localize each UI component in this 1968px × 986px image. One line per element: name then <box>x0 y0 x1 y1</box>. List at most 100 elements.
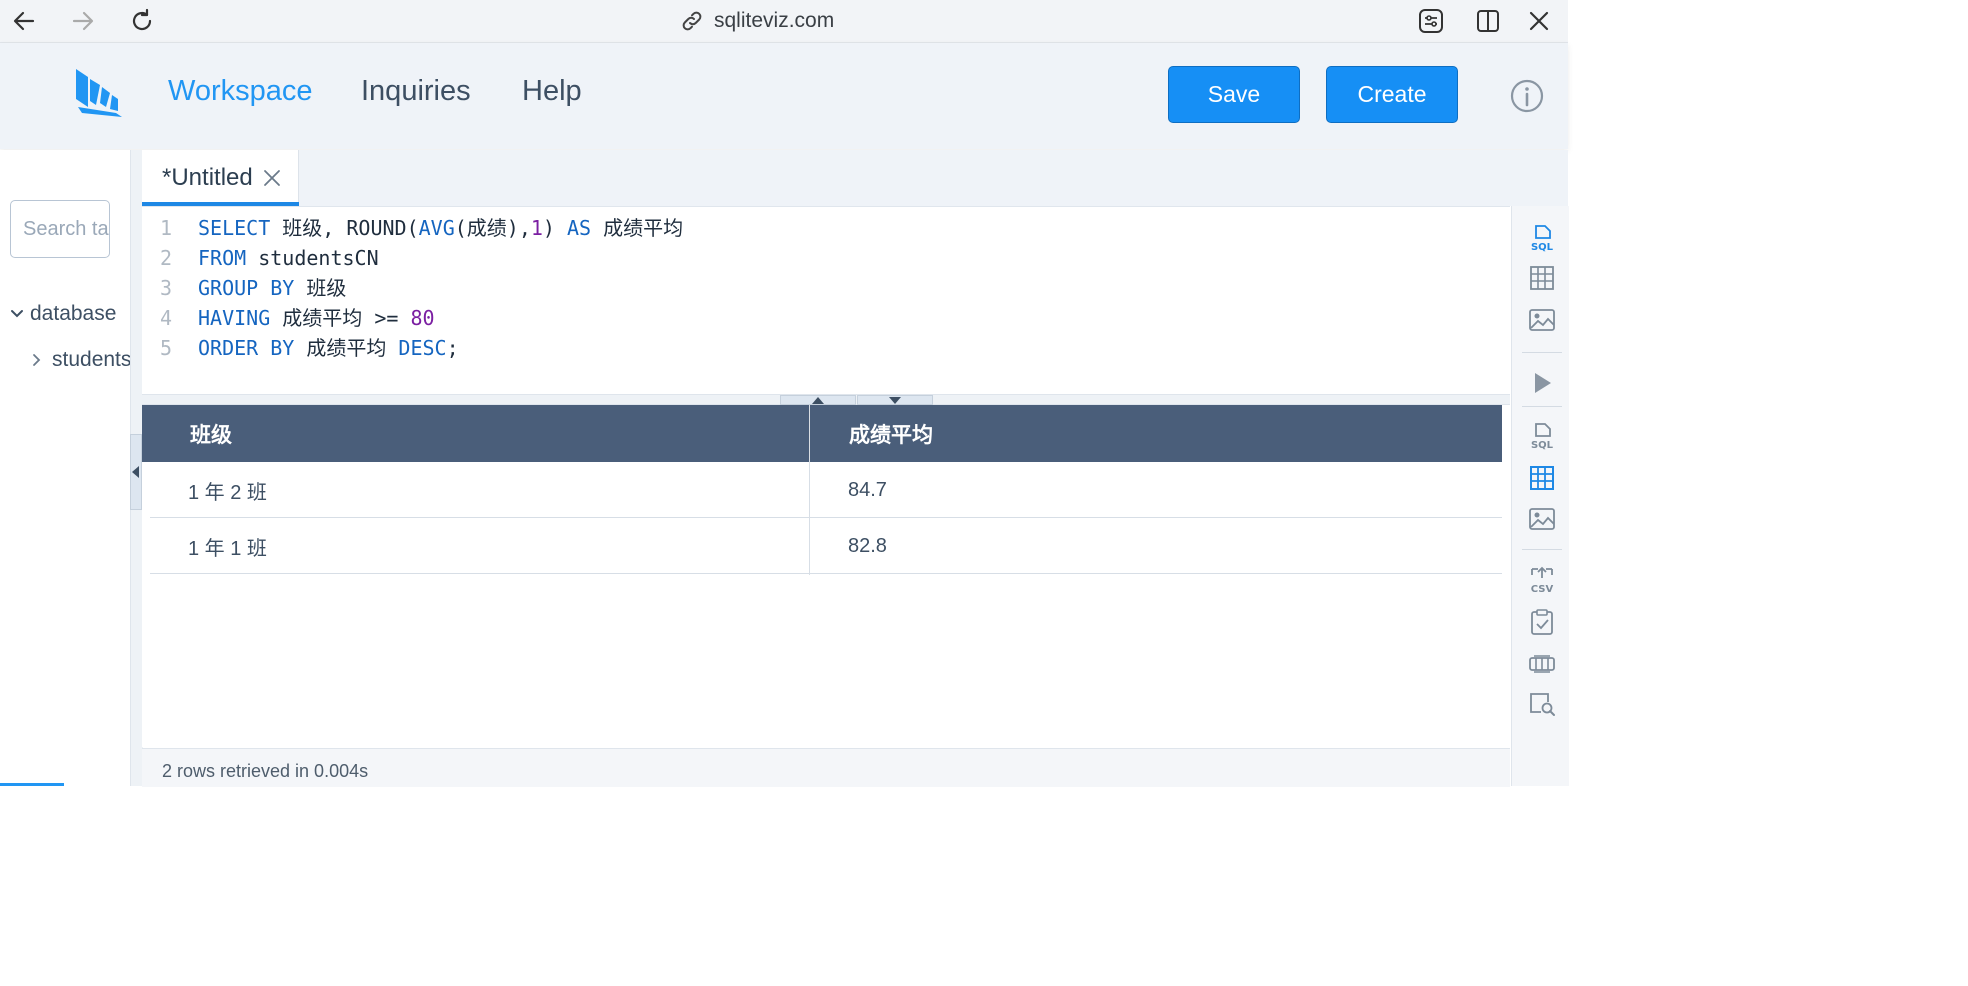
run-query-icon[interactable] <box>1528 369 1556 397</box>
tab-title: *Untitled <box>162 164 253 191</box>
code-text[interactable]: HAVING 成绩平均 >= 80 <box>198 303 435 333</box>
tab-strip: *Untitled <box>142 150 1568 206</box>
code-text[interactable]: FROM studentsCN <box>198 243 379 273</box>
close-tab-icon[interactable] <box>262 168 282 188</box>
sql-editor[interactable]: 1 SELECT 班级, ROUND(AVG(成绩),1) AS 成绩平均 2 FRO… <box>142 206 1510 395</box>
table-view-icon[interactable] <box>1528 264 1556 292</box>
column-header[interactable]: 成绩平均 <box>849 405 933 462</box>
toolbar-separator <box>1522 406 1562 407</box>
sql-editor-icon[interactable]: SQL <box>1528 224 1556 252</box>
sql-text: 成绩平均 <box>591 216 684 240</box>
database-label: database <box>30 302 117 325</box>
triangle-up-icon <box>812 396 824 404</box>
sql-keyword: HAVING <box>198 306 271 330</box>
result-table: 班级 成绩平均 1 年 2 班 84.7 1 年 1 班 82.8 <box>142 405 1510 747</box>
save-button[interactable]: Save <box>1168 66 1300 123</box>
table-row[interactable]: 1 年 1 班 82.8 <box>150 518 1502 574</box>
schema-sidebar: Search tables database studentsCN <box>0 150 130 786</box>
right-toolbar: SQL SQL CSV <box>1511 206 1569 786</box>
sql-panel-icon[interactable]: SQL <box>1528 422 1556 450</box>
collapse-sidebar-handle[interactable] <box>130 434 142 510</box>
forward-arrow-icon[interactable] <box>66 4 100 38</box>
tab-untitled[interactable]: *Untitled <box>142 150 299 206</box>
inspect-icon[interactable] <box>1528 690 1556 718</box>
address-bar[interactable]: sqliteviz.com <box>680 4 834 38</box>
nav-help[interactable]: Help <box>522 75 582 108</box>
table-cell[interactable]: 84.7 <box>848 462 887 518</box>
sql-keyword: AVG <box>418 216 455 240</box>
sql-number: 1 <box>530 216 543 240</box>
chart-view-icon[interactable] <box>1528 306 1556 334</box>
line-number: 4 <box>160 306 173 330</box>
sidebar-scrollbar[interactable] <box>0 783 64 786</box>
sql-text: (成绩), <box>454 216 531 240</box>
info-icon[interactable] <box>1510 79 1544 113</box>
link-icon <box>682 11 702 31</box>
svg-text:CSV: CSV <box>1531 584 1554 594</box>
code-text[interactable]: ORDER BY 成绩平均 DESC; <box>198 333 459 363</box>
back-arrow-icon[interactable] <box>7 4 41 38</box>
sql-text: ) <box>542 216 568 240</box>
sql-text: ; <box>446 336 459 360</box>
sql-keyword: FROM <box>198 246 247 270</box>
chart-panel-icon[interactable] <box>1528 505 1556 533</box>
nav-inquiries[interactable]: Inquiries <box>361 75 471 108</box>
sql-keyword: DESC <box>398 336 447 360</box>
app-header: Workspace Inquiries Help Save Create <box>0 43 1568 149</box>
sql-text: 班级 <box>294 276 347 300</box>
column-divider <box>809 405 810 462</box>
sqliteviz-logo-icon[interactable] <box>72 67 124 119</box>
column-divider <box>809 462 810 575</box>
collapse-down-button[interactable] <box>857 395 933 405</box>
search-input[interactable]: Search tables <box>10 200 110 258</box>
code-text[interactable]: GROUP BY 班级 <box>198 273 346 303</box>
table-cell[interactable]: 82.8 <box>848 518 887 574</box>
browser-toolbar: sqliteviz.com <box>0 0 1568 43</box>
sql-keyword: ORDER BY <box>198 336 295 360</box>
triangle-left-icon <box>132 466 139 478</box>
toolbar-separator <box>1522 352 1562 353</box>
chevron-right-icon <box>33 354 41 366</box>
create-button[interactable]: Create <box>1326 66 1458 123</box>
close-window-icon[interactable] <box>1522 4 1556 38</box>
line-number: 3 <box>160 276 173 300</box>
status-bar: 2 rows retrieved in 0.004s <box>142 748 1510 787</box>
export-csv-icon[interactable]: CSV <box>1528 566 1556 594</box>
line-number: 5 <box>160 336 173 360</box>
tree-table-item[interactable]: studentsCN <box>30 348 130 372</box>
url-text: sqliteviz.com <box>714 9 835 32</box>
line-number: 1 <box>160 216 173 240</box>
sql-keyword: AS <box>567 216 592 240</box>
column-header[interactable]: 班级 <box>190 405 232 462</box>
toolbar-separator <box>1522 549 1562 550</box>
collapse-up-button[interactable] <box>780 395 856 405</box>
status-text: 2 rows retrieved in 0.004s <box>162 761 369 781</box>
reload-icon[interactable] <box>125 4 159 38</box>
code-text[interactable]: SELECT 班级, ROUND(AVG(成绩),1) AS 成绩平均 <box>198 213 683 243</box>
sql-text: 班级, ROUND( <box>270 216 419 240</box>
clipboard-icon[interactable] <box>1528 608 1556 636</box>
nav-workspace[interactable]: Workspace <box>168 75 313 108</box>
line-number: 2 <box>160 246 173 270</box>
table-panel-icon[interactable] <box>1528 464 1556 492</box>
sql-text: studentsCN <box>246 246 379 270</box>
table-label: studentsCN <box>52 348 130 371</box>
row-view-icon[interactable] <box>1528 650 1556 678</box>
chevron-down-icon <box>11 310 23 318</box>
triangle-down-icon <box>889 396 901 404</box>
svg-text:SQL: SQL <box>1531 242 1554 252</box>
sql-keyword: GROUP BY <box>198 276 295 300</box>
sql-text: 成绩平均 <box>294 336 399 360</box>
table-cell[interactable]: 1 年 1 班 <box>188 518 267 574</box>
table-cell[interactable]: 1 年 2 班 <box>188 462 267 518</box>
sql-keyword: SELECT <box>198 216 271 240</box>
split-view-icon[interactable] <box>1471 4 1505 38</box>
svg-text:SQL: SQL <box>1531 440 1554 450</box>
editor-result-splitter[interactable] <box>142 394 1510 405</box>
table-row[interactable]: 1 年 2 班 84.7 <box>150 462 1502 518</box>
tree-database[interactable]: database <box>8 302 116 326</box>
sliders-icon[interactable] <box>1414 4 1448 38</box>
table-header: 班级 成绩平均 <box>142 405 1502 462</box>
sql-text: 成绩平均 >= <box>270 306 411 330</box>
sql-number: 80 <box>410 306 435 330</box>
